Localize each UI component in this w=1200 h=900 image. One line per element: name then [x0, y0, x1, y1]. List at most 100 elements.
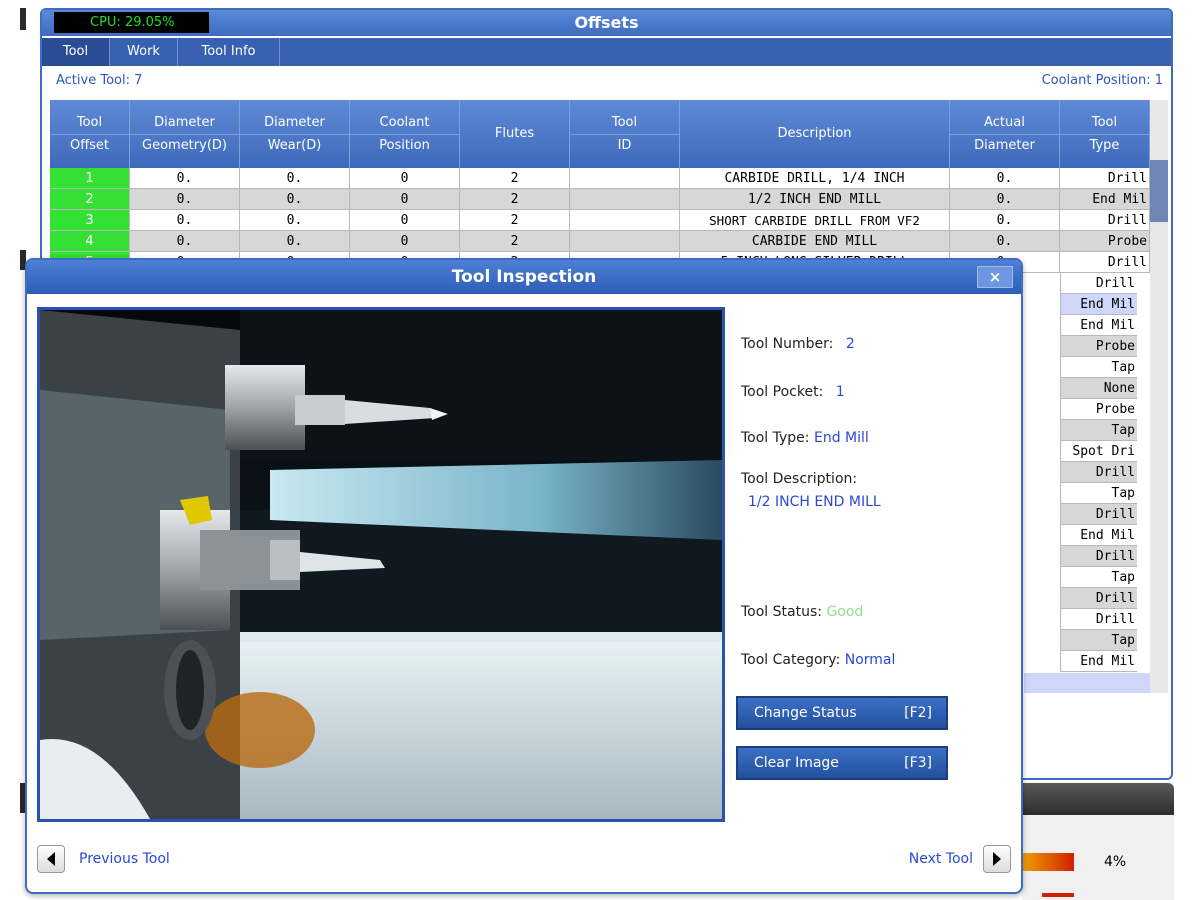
- col-coolant-position[interactable]: Coolant Position: [350, 100, 460, 168]
- tool-type-cell[interactable]: Tap: [1060, 420, 1137, 441]
- clear-image-button[interactable]: Clear Image [F3]: [736, 746, 948, 780]
- tool-type-cell[interactable]: Drill: [1060, 546, 1137, 567]
- cell-actual-diameter[interactable]: 0.: [950, 231, 1060, 252]
- cell-tool-type[interactable]: Drill: [1060, 210, 1150, 231]
- col-description[interactable]: Description: [680, 100, 950, 168]
- tool-type-cell[interactable]: Tap: [1060, 357, 1137, 378]
- cell-offset[interactable]: 3: [50, 210, 130, 231]
- tool-type-cell[interactable]: End Mil: [1060, 525, 1137, 546]
- offsets-table-header: Tool Offset Diameter Geometry(D) Diameter W…: [50, 100, 1150, 168]
- previous-arrow-icon[interactable]: [37, 845, 65, 873]
- previous-tool-link[interactable]: Previous Tool: [79, 851, 170, 867]
- tool-description-text: 1/2 INCH END MILL: [748, 494, 881, 510]
- cell-description[interactable]: 1/2 INCH END MILL: [680, 189, 950, 210]
- left-edge: [0, 0, 26, 900]
- tab-tool-info[interactable]: Tool Info: [178, 38, 280, 66]
- cell-tool-type[interactable]: Drill: [1060, 168, 1150, 189]
- cell-flutes[interactable]: 2: [460, 189, 570, 210]
- cell-tool-id[interactable]: [570, 189, 680, 210]
- cell-tool-type[interactable]: Drill: [1060, 252, 1150, 273]
- col-tool-id[interactable]: Tool ID: [570, 100, 680, 168]
- tool-type-cell[interactable]: Probe: [1060, 336, 1137, 357]
- cell-tool-id[interactable]: [570, 231, 680, 252]
- cell-wear[interactable]: 0.: [240, 231, 350, 252]
- tool-number-value: 2: [845, 336, 855, 352]
- col-diameter-geometry[interactable]: Diameter Geometry(D): [130, 100, 240, 168]
- table-scrollbar-thumb[interactable]: [1150, 160, 1168, 222]
- tool-type-cell[interactable]: Tap: [1060, 630, 1137, 651]
- cell-flutes[interactable]: 2: [460, 168, 570, 189]
- tool-type-cell[interactable]: End Mil: [1060, 315, 1137, 336]
- cell-offset[interactable]: 2: [50, 189, 130, 210]
- cell-flutes[interactable]: 2: [460, 231, 570, 252]
- tool-type-cell[interactable]: Tap: [1060, 483, 1137, 504]
- cell-geometry[interactable]: 0.: [130, 231, 240, 252]
- cell-coolant[interactable]: 0: [350, 168, 460, 189]
- cell-wear[interactable]: 0.: [240, 189, 350, 210]
- tool-type-cell[interactable]: Drill: [1060, 504, 1137, 525]
- tool-type-cell[interactable]: Drill: [1060, 273, 1137, 294]
- cell-actual-diameter[interactable]: 0.: [950, 189, 1060, 210]
- cell-tool-id[interactable]: [570, 168, 680, 189]
- col-tool-offset[interactable]: Tool Offset: [50, 100, 130, 168]
- cell-tool-id[interactable]: [570, 210, 680, 231]
- cell-actual-diameter[interactable]: 0.: [950, 168, 1060, 189]
- tool-type-cell[interactable]: Drill: [1060, 462, 1137, 483]
- col-diameter-wear[interactable]: Diameter Wear(D): [240, 100, 350, 168]
- next-tool-link[interactable]: Next Tool: [909, 851, 973, 867]
- cell-description[interactable]: SHORT CARBIDE DRILL FROM VF2: [680, 210, 950, 231]
- previous-tool-nav[interactable]: Previous Tool: [37, 845, 170, 873]
- header-line: Offset: [50, 134, 129, 156]
- col-actual-diameter[interactable]: Actual Diameter: [950, 100, 1060, 168]
- cpu-indicator: CPU: 29.05%: [54, 12, 209, 33]
- close-button[interactable]: ×: [977, 266, 1013, 288]
- tool-pocket-row: Tool Pocket: 1: [741, 384, 845, 400]
- cell-description[interactable]: CARBIDE DRILL, 1/4 INCH: [680, 168, 950, 189]
- table-row[interactable]: 4 0. 0. 0 2 CARBIDE END MILL 0. Probe: [50, 231, 1150, 252]
- cell-geometry[interactable]: 0.: [130, 168, 240, 189]
- header-line: Tool: [611, 115, 638, 130]
- tool-type-cell[interactable]: End Mil: [1060, 651, 1137, 672]
- cell-flutes[interactable]: 2: [460, 210, 570, 231]
- table-row[interactable]: 2 0. 0. 0 2 1/2 INCH END MILL 0. End Mil: [50, 189, 1150, 210]
- tool-type-cell[interactable]: Spot Dri: [1060, 441, 1137, 462]
- cell-description[interactable]: CARBIDE END MILL: [680, 231, 950, 252]
- cell-wear[interactable]: 0.: [240, 210, 350, 231]
- cell-wear[interactable]: 0.: [240, 168, 350, 189]
- cell-geometry[interactable]: 0.: [130, 189, 240, 210]
- active-tool-bar: Active Tool: 7 Coolant Position: 1: [42, 68, 1171, 94]
- col-tool-type[interactable]: Tool Type: [1060, 100, 1150, 168]
- cell-tool-type[interactable]: Probe: [1060, 231, 1150, 252]
- tool-pocket-label: Tool Pocket:: [741, 384, 824, 400]
- tool-status-value: Good: [826, 604, 864, 620]
- next-tool-nav[interactable]: Next Tool: [909, 845, 1011, 873]
- change-status-button[interactable]: Change Status [F2]: [736, 696, 948, 730]
- table-row[interactable]: 1 0. 0. 0 2 CARBIDE DRILL, 1/4 INCH 0. D…: [50, 168, 1150, 189]
- bottom-right-pane: 4%: [1022, 783, 1174, 900]
- tool-type-cell[interactable]: Tap: [1060, 567, 1137, 588]
- cell-actual-diameter[interactable]: 0.: [950, 210, 1060, 231]
- col-flutes[interactable]: Flutes: [460, 100, 570, 168]
- tool-type-cell[interactable]: End Mil: [1060, 294, 1137, 315]
- load-bar: [1022, 853, 1074, 871]
- next-arrow-icon[interactable]: [983, 845, 1011, 873]
- tab-tool[interactable]: Tool: [42, 38, 110, 66]
- header-line: Diameter: [264, 115, 325, 130]
- tool-type-cell[interactable]: Probe: [1060, 399, 1137, 420]
- table-row[interactable]: 3 0. 0. 0 2 SHORT CARBIDE DRILL FROM VF2…: [50, 210, 1150, 231]
- cell-geometry[interactable]: 0.: [130, 210, 240, 231]
- tab-work[interactable]: Work: [110, 38, 178, 66]
- cell-coolant[interactable]: 0: [350, 231, 460, 252]
- cell-offset[interactable]: 4: [50, 231, 130, 252]
- tool-type-cell[interactable]: Drill: [1060, 588, 1137, 609]
- cell-coolant[interactable]: 0: [350, 210, 460, 231]
- pane-header: [1022, 783, 1174, 815]
- cell-tool-type[interactable]: End Mil: [1060, 189, 1150, 210]
- tool-category-row: Tool Category: Normal: [741, 652, 895, 668]
- tool-type-cell[interactable]: None: [1060, 378, 1137, 399]
- tool-type-value: End Mill: [813, 430, 869, 446]
- cell-offset[interactable]: 1: [50, 168, 130, 189]
- cell-coolant[interactable]: 0: [350, 189, 460, 210]
- tool-type-cell[interactable]: Drill: [1060, 609, 1137, 630]
- header-line: Wear(D): [240, 134, 349, 156]
